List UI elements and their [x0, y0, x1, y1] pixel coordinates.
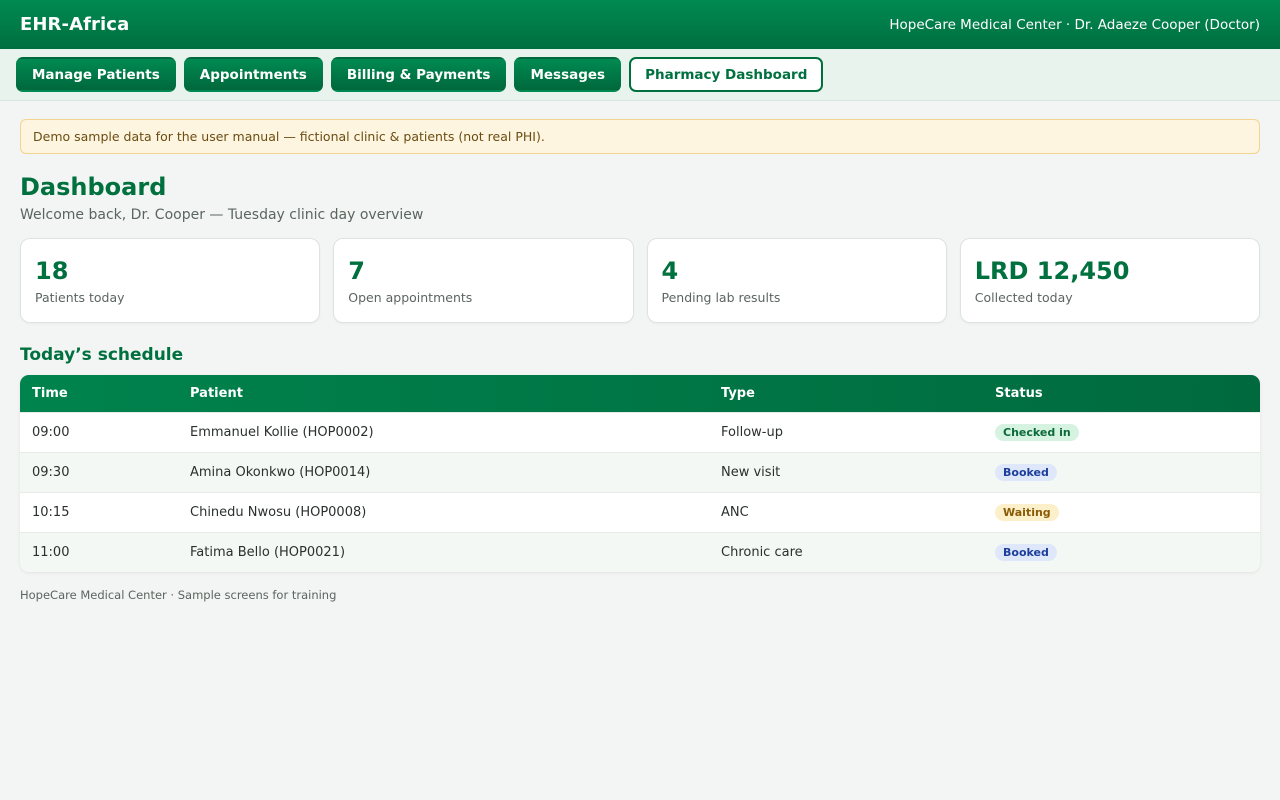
cell-patient: Amina Okonkwo (HOP0014) [178, 451, 709, 492]
status-badge: Booked [995, 463, 1057, 481]
table-row[interactable]: 10:15 Chinedu Nwosu (HOP0008) ANC Waitin… [20, 491, 1260, 532]
status-badge: Waiting [995, 503, 1059, 521]
stat-card-collected-today: LRD 12,450 Collected today [959, 238, 1260, 323]
column-header-type: Type [721, 385, 755, 401]
status-badge: Booked [995, 543, 1057, 561]
cell-status: Checked in [983, 411, 1260, 452]
cell-status: Booked [983, 451, 1260, 492]
stat-value: 18 [35, 257, 69, 285]
cell-type: ANC [709, 491, 983, 532]
nav-billing-payments-button[interactable]: Billing & Payments [330, 57, 507, 92]
cell-status: Booked [983, 531, 1260, 572]
cell-time: 11:00 [20, 531, 178, 572]
status-badge: Checked in [995, 423, 1079, 441]
column-header-status: Status [995, 385, 1043, 401]
app-brand[interactable]: EHR-Africa [20, 14, 129, 35]
cell-patient: Emmanuel Kollie (HOP0002) [178, 411, 709, 452]
cell-time: 09:00 [20, 411, 178, 452]
cell-patient: Chinedu Nwosu (HOP0008) [178, 491, 709, 532]
stat-value: 4 [661, 257, 679, 285]
column-header-time: Time [32, 385, 68, 401]
table-header-row: Time Patient Type Status [20, 375, 1260, 412]
stats-cards: 18 Patients today 7 Open appointments 4 … [20, 238, 1260, 323]
table-row[interactable]: 09:00 Emmanuel Kollie (HOP0002) Follow-u… [20, 411, 1260, 452]
stat-card-pending-lab-results: 4 Pending lab results [646, 238, 947, 323]
stat-label: Pending lab results [661, 290, 781, 305]
main-content: Demo sample data for the user manual — f… [0, 101, 1280, 602]
table-row[interactable]: 11:00 Fatima Bello (HOP0021) Chronic car… [20, 531, 1260, 572]
stat-label: Open appointments [348, 290, 473, 305]
cell-type: New visit [709, 451, 983, 492]
stat-card-open-appointments: 7 Open appointments [333, 238, 634, 323]
nav-manage-patients-button[interactable]: Manage Patients [16, 57, 176, 92]
demo-notice-banner: Demo sample data for the user manual — f… [20, 119, 1260, 154]
stat-value: LRD 12,450 [974, 257, 1130, 285]
cell-patient: Fatima Bello (HOP0021) [178, 531, 709, 572]
column-header-patient: Patient [190, 385, 243, 401]
cell-status: Waiting [983, 491, 1260, 532]
page-title: Dashboard [20, 173, 167, 201]
cell-type: Follow-up [709, 411, 983, 452]
user-info: HopeCare Medical Center · Dr. Adaeze Coo… [889, 16, 1260, 33]
cell-time: 10:15 [20, 491, 178, 532]
stat-card-patients-today: 18 Patients today [20, 238, 321, 323]
stat-label: Patients today [35, 290, 125, 305]
cell-type: Chronic care [709, 531, 983, 572]
schedule-title: Today’s schedule [20, 345, 184, 365]
page-subtitle: Welcome back, Dr. Cooper — Tuesday clini… [20, 207, 424, 223]
stat-value: 7 [348, 257, 365, 285]
schedule-table: Time Patient Type Status 09:00 Emmanuel … [20, 375, 1260, 572]
nav-messages-button[interactable]: Messages [514, 57, 622, 92]
cell-time: 09:30 [20, 451, 178, 492]
nav-pharmacy-dashboard-button[interactable]: Pharmacy Dashboard [629, 57, 824, 92]
main-nav: Manage Patients Appointments Billing & P… [0, 49, 1280, 101]
stat-label: Collected today [974, 290, 1073, 305]
page-footer: HopeCare Medical Center · Sample screens… [20, 588, 337, 602]
top-bar: EHR-Africa HopeCare Medical Center · Dr.… [0, 0, 1280, 49]
table-row[interactable]: 09:30 Amina Okonkwo (HOP0014) New visit … [20, 451, 1260, 492]
nav-appointments-button[interactable]: Appointments [183, 57, 323, 92]
